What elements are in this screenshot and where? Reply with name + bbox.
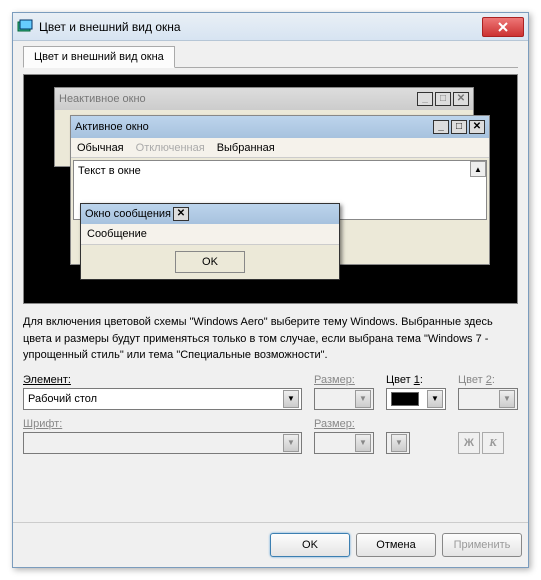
preview-menubar: Обычная Отключенная Выбранная — [71, 138, 489, 158]
font-field: Шрифт: ▼ — [23, 418, 302, 454]
chevron-down-icon: ▼ — [499, 390, 515, 408]
close-button[interactable] — [482, 17, 524, 37]
chevron-down-icon: ▼ — [283, 434, 299, 452]
fontsize-label: Размер: — [314, 418, 374, 430]
tab-appearance[interactable]: Цвет и внешний вид окна — [23, 46, 175, 68]
menu-normal: Обычная — [77, 142, 124, 154]
ok-button[interactable]: OK — [270, 533, 350, 557]
preview-message-box: Окно сообщения ✕ Сообщение OK — [80, 203, 340, 280]
color2-combo: ▼ — [458, 388, 518, 410]
preview-active-titlebar: Активное окно _ □ ✕ — [71, 116, 489, 138]
menu-selected: Выбранная — [217, 142, 275, 154]
preview-msgbox-actions: OK — [81, 245, 339, 279]
close-icon: ✕ — [453, 92, 469, 106]
preview-msgbox-ok-button: OK — [175, 251, 245, 273]
chevron-down-icon: ▼ — [355, 390, 371, 408]
element-row: Элемент: Рабочий стол ▼ Размер: ▼ Цвет 1… — [23, 374, 518, 410]
color1-field: Цвет 1: ▼ — [386, 374, 446, 410]
font-combo: ▼ — [23, 432, 302, 454]
color1-label: Цвет 1: — [386, 374, 446, 386]
preview-window-text: Текст в окне — [78, 165, 141, 177]
dialog-content: Цвет и внешний вид окна Неактивное окно … — [13, 41, 528, 472]
tabstrip: Цвет и внешний вид окна — [23, 45, 518, 68]
size-combo: ▼ — [314, 388, 374, 410]
menu-disabled: Отключенная — [136, 142, 205, 154]
element-combo[interactable]: Рабочий стол ▼ — [23, 388, 302, 410]
chevron-down-icon: ▼ — [355, 434, 371, 452]
element-field: Элемент: Рабочий стол ▼ — [23, 374, 302, 410]
preview-msgbox-body: Сообщение — [81, 224, 339, 245]
fontsize-field: Размер: ▼ — [314, 418, 374, 454]
dialog-window: Цвет и внешний вид окна Цвет и внешний в… — [12, 12, 529, 568]
titlebar-text: Цвет и внешний вид окна — [39, 20, 482, 34]
maximize-icon: □ — [451, 120, 467, 134]
element-value: Рабочий стол — [28, 393, 97, 405]
maximize-icon: □ — [435, 92, 451, 106]
preview-area: Неактивное окно _ □ ✕ Активное окно _ □ … — [23, 74, 518, 304]
color2-field: Цвет 2: ▼ — [458, 374, 518, 410]
fontsize-combo: ▼ — [314, 432, 374, 454]
close-icon: ✕ — [469, 120, 485, 134]
apply-button[interactable]: Применить — [442, 533, 522, 557]
style-field: Ж К — [458, 418, 518, 454]
dialog-button-row: OK Отмена Применить — [13, 522, 528, 567]
color2-label: Цвет 2: — [458, 374, 518, 386]
preview-inactive-titlebar: Неактивное окно _ □ ✕ — [55, 88, 473, 110]
color1-combo[interactable]: ▼ — [386, 388, 446, 410]
font-style-buttons: Ж К — [458, 432, 518, 454]
chevron-down-icon: ▼ — [391, 434, 407, 452]
close-icon: ✕ — [173, 207, 189, 221]
description-text: Для включения цветовой схемы "Windows Ae… — [23, 314, 518, 364]
cancel-button[interactable]: Отмена — [356, 533, 436, 557]
preview-msgbox-title-text: Окно сообщения — [85, 208, 171, 220]
font-row: Шрифт: ▼ Размер: ▼ ▼ — [23, 418, 518, 454]
preview-active-title-text: Активное окно — [75, 121, 149, 133]
scroll-up-icon: ▲ — [470, 161, 486, 177]
bold-button: Ж — [458, 432, 480, 454]
fontcolor-combo: ▼ — [386, 432, 410, 454]
element-label: Элемент: — [23, 374, 302, 386]
chevron-down-icon[interactable]: ▼ — [427, 390, 443, 408]
preview-msgbox-titlebar: Окно сообщения ✕ — [81, 204, 339, 224]
app-icon — [17, 19, 33, 35]
preview-inactive-title-text: Неактивное окно — [59, 93, 146, 105]
minimize-icon: _ — [417, 92, 433, 106]
italic-button: К — [482, 432, 504, 454]
titlebar[interactable]: Цвет и внешний вид окна — [13, 13, 528, 41]
size-field: Размер: ▼ — [314, 374, 374, 410]
color1-swatch — [391, 392, 419, 406]
minimize-icon: _ — [433, 120, 449, 134]
chevron-down-icon[interactable]: ▼ — [283, 390, 299, 408]
size-label: Размер: — [314, 374, 374, 386]
font-label: Шрифт: — [23, 418, 302, 430]
color-placeholder: ▼ — [386, 418, 446, 454]
